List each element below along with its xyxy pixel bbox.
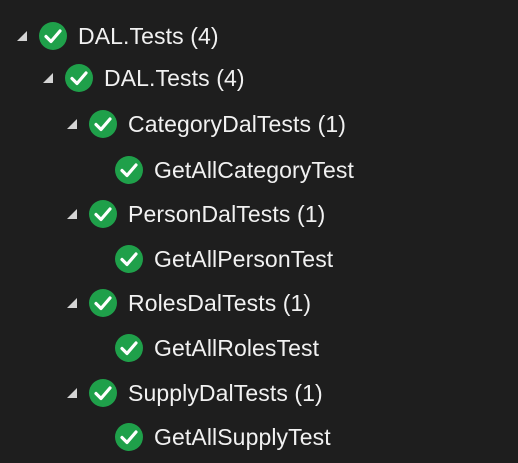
tree-node-label: SupplyDalTests (1) [128, 379, 323, 406]
tree-node-label: GetAllPersonTest [154, 245, 334, 272]
expanded-triangle-icon[interactable] [64, 385, 80, 401]
tree-node-class-category[interactable]: CategoryDalTests (1) [64, 101, 518, 147]
tree-node-label: RolesDalTests (1) [128, 289, 312, 316]
test-explorer-tree: DAL.Tests (4) DAL.Tests (4) CategoryDalT… [0, 0, 518, 463]
tree-node-class-person[interactable]: PersonDalTests (1) [64, 191, 518, 237]
expanded-triangle-icon[interactable] [14, 28, 30, 44]
tree-node-test-person[interactable]: GetAllPersonTest [114, 236, 518, 282]
tree-node-label: DAL.Tests (4) [78, 22, 219, 49]
test-passed-check-icon [88, 199, 118, 229]
test-passed-check-icon [114, 333, 144, 363]
test-passed-check-icon [88, 288, 118, 318]
test-passed-check-icon [114, 155, 144, 185]
tree-node-class-supply[interactable]: SupplyDalTests (1) [64, 370, 518, 416]
expanded-triangle-icon[interactable] [40, 70, 56, 86]
tree-node-label: CategoryDalTests (1) [128, 110, 347, 137]
test-passed-check-icon [114, 244, 144, 274]
tree-node-test-supply[interactable]: GetAllSupplyTest [114, 414, 518, 460]
tree-node-label: GetAllSupplyTest [154, 423, 331, 450]
tree-node-test-roles[interactable]: GetAllRolesTest [114, 325, 518, 371]
tree-node-class-roles[interactable]: RolesDalTests (1) [64, 280, 518, 326]
tree-node-test-category[interactable]: GetAllCategoryTest [114, 147, 518, 193]
test-passed-check-icon [64, 63, 94, 93]
expanded-triangle-icon[interactable] [64, 295, 80, 311]
tree-node-label: DAL.Tests (4) [104, 64, 245, 91]
test-passed-check-icon [38, 21, 68, 51]
test-passed-check-icon [88, 109, 118, 139]
expanded-triangle-icon[interactable] [64, 116, 80, 132]
tree-node-project[interactable]: DAL.Tests (4) [14, 13, 518, 59]
tree-node-namespace[interactable]: DAL.Tests (4) [40, 55, 518, 101]
tree-node-label: GetAllCategoryTest [154, 156, 354, 183]
expanded-triangle-icon[interactable] [64, 206, 80, 222]
test-passed-check-icon [88, 378, 118, 408]
tree-node-label: PersonDalTests (1) [128, 200, 326, 227]
tree-node-label: GetAllRolesTest [154, 334, 320, 361]
test-passed-check-icon [114, 422, 144, 452]
